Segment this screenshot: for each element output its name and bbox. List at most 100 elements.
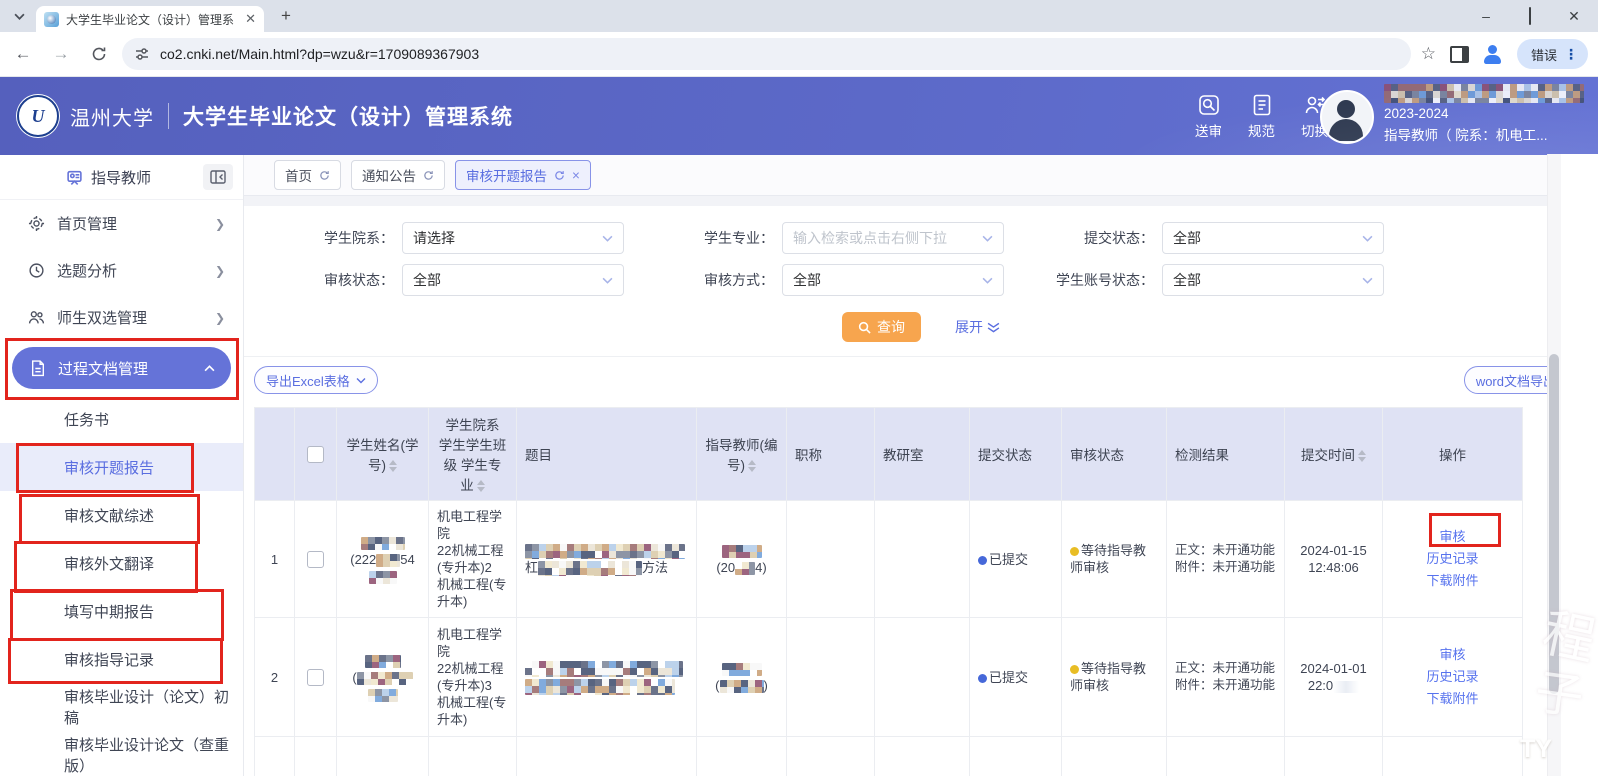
header-teacher[interactable]: 指导教师(编号) [697, 408, 787, 501]
minimize-icon[interactable]: – [1478, 8, 1494, 24]
sidebar-subitem-task-book[interactable]: 任务书 [0, 395, 243, 443]
redacted-text [722, 545, 762, 558]
sidebar-item-label: 首页管理 [57, 213, 215, 234]
tab-search-icon[interactable] [6, 3, 32, 29]
app-body: 指导教师 首页管理 ❯ 选题分析 ❯ [0, 155, 1598, 776]
filter-label: 学生专业： [664, 228, 782, 248]
sidebar-item-process-documents[interactable]: 过程文档管理 [12, 347, 231, 389]
sidebar-item-mutual-selection[interactable]: 师生双选管理 ❯ [0, 294, 243, 341]
sidebar-subitem-review-literature[interactable]: 审核文献综述 [0, 491, 243, 539]
sidebar-item-label: 选题分析 [57, 260, 215, 281]
site-info-icon[interactable] [134, 46, 150, 62]
sort-icon[interactable] [389, 460, 397, 472]
student-major-select[interactable]: 输入检索或点击右侧下拉 [782, 222, 1004, 254]
right-margin [1561, 154, 1598, 776]
history-link[interactable]: 历史记录 [1391, 548, 1514, 570]
job-title-cell [787, 618, 875, 737]
back-icon[interactable]: ← [8, 39, 38, 69]
new-tab-button[interactable]: + [274, 4, 298, 28]
sidebar-collapse-icon[interactable] [203, 164, 233, 190]
header-student-dept[interactable]: 学生院系 学生学生班级 学生专业 [429, 408, 517, 501]
row-checkbox[interactable] [307, 669, 324, 686]
actions-cell: 审核 历史记录 下载附件 [1383, 618, 1523, 737]
export-excel-button[interactable]: 导出Excel表格 [254, 366, 378, 394]
redacted-text [365, 655, 401, 668]
sidebar: 指导教师 首页管理 ❯ 选题分析 ❯ [0, 155, 244, 776]
sidebar-item-home-management[interactable]: 首页管理 ❯ [0, 200, 243, 247]
sidebar-subitem-review-draft[interactable]: 审核毕业设计（论文）初稿 [0, 683, 243, 731]
account-status-select[interactable]: 全部 [1162, 264, 1384, 296]
review-status-select[interactable]: 全部 [402, 264, 624, 296]
refresh-icon[interactable] [319, 170, 330, 181]
sort-icon[interactable] [1358, 450, 1366, 462]
page-tab-home[interactable]: 首页 [274, 160, 341, 190]
student-department-select[interactable]: 请选择 [402, 222, 624, 254]
download-attachment-link[interactable]: 下载附件 [1391, 688, 1514, 710]
status-dot [1070, 547, 1079, 556]
review-link[interactable]: 审核 [1391, 526, 1514, 548]
toolbar-right: ☆ 错误 ⋮ [1421, 39, 1588, 69]
sidebar-subitem-review-plagiarism[interactable]: 审核毕业设计论文（查重版） [0, 731, 243, 776]
sidebar-subitem-midterm-report[interactable]: 填写中期报告 [0, 587, 243, 635]
scrollbar-thumb[interactable] [1549, 354, 1559, 694]
sort-icon[interactable] [748, 460, 756, 472]
header-submit-status: 提交状态 [970, 408, 1062, 501]
title-cell [517, 618, 697, 737]
row-checkbox[interactable] [307, 551, 324, 568]
chevron-right-icon: ❯ [215, 264, 225, 278]
chevron-down-icon [602, 277, 613, 284]
browser-tab[interactable]: 大学生毕业论文（设计）管理系 ✕ [36, 6, 264, 32]
submit-status-select[interactable]: 全部 [1162, 222, 1384, 254]
page-tab-announcements[interactable]: 通知公告 [351, 160, 445, 190]
send-review-button[interactable]: 送审 [1195, 93, 1222, 140]
redacted-text [525, 661, 683, 677]
search-button[interactable]: 查询 [842, 312, 921, 342]
profile-avatar-icon[interactable] [1483, 44, 1503, 64]
standards-label: 规范 [1248, 120, 1275, 140]
redacted-text [368, 689, 398, 702]
refresh-icon[interactable] [423, 170, 434, 181]
user-info[interactable]: 2023-2024 指导教师（ 院系：机电工... [1320, 84, 1584, 144]
select-all-checkbox[interactable] [307, 446, 324, 463]
tab-label: 审核开题报告 [466, 165, 547, 185]
browser-menu-button[interactable]: 错误 ⋮ [1517, 39, 1588, 69]
sort-icon[interactable] [477, 480, 485, 492]
forward-icon[interactable]: → [46, 39, 76, 69]
tab-close-icon[interactable]: × [572, 168, 580, 183]
standards-button[interactable]: 规范 [1248, 93, 1275, 140]
detection-cell [1167, 737, 1285, 776]
submit-time-cell [1285, 737, 1383, 776]
sidebar-subitem-guidance-records[interactable]: 审核指导记录 [0, 635, 243, 683]
bookmark-star-icon[interactable]: ☆ [1421, 44, 1436, 64]
chevron-up-icon [204, 365, 215, 372]
submit-status-cell: 已提交 [970, 618, 1062, 737]
teaching-office-cell [875, 618, 970, 737]
scrollbar-track[interactable] [1547, 154, 1561, 776]
sidebar-subitem-review-translation[interactable]: 审核外文翻译 [0, 539, 243, 587]
reload-icon[interactable] [84, 39, 114, 69]
review-link[interactable]: 审核 [1391, 644, 1514, 666]
close-icon[interactable]: ✕ [1566, 8, 1582, 25]
review-status-cell: 等待指导教师审核 [1062, 501, 1167, 618]
restore-icon[interactable] [1522, 8, 1538, 24]
job-title-cell [787, 737, 875, 776]
sidebar-item-topic-analysis[interactable]: 选题分析 ❯ [0, 247, 243, 294]
sidebar-subitem-review-proposal[interactable]: 审核开题报告 [0, 443, 243, 491]
download-attachment-link[interactable]: 下载附件 [1391, 570, 1514, 592]
chevron-right-icon: ❯ [215, 311, 225, 325]
refresh-icon[interactable] [554, 170, 565, 181]
page-tab-review-proposal[interactable]: 审核开题报告 × [455, 160, 591, 190]
history-link[interactable]: 历史记录 [1391, 666, 1514, 688]
header-student-name[interactable]: 学生姓名(学号) [337, 408, 429, 501]
search-row: 查询 展开 [244, 312, 1598, 342]
export-excel-label: 导出Excel表格 [266, 371, 350, 390]
review-method-select[interactable]: 全部 [782, 264, 1004, 296]
content-panel: 学生院系： 请选择 学生专业： 输入检索或点击右侧下拉 [244, 206, 1598, 776]
url-bar[interactable]: co2.cnki.net/Main.html?dp=wzu&r=17090893… [122, 38, 1411, 70]
tab-close-icon[interactable]: ✕ [245, 11, 256, 27]
redacted-text [735, 562, 755, 575]
side-panel-icon[interactable] [1450, 46, 1469, 63]
filter-form: 学生院系： 请选择 学生专业： 输入检索或点击右侧下拉 [244, 206, 1598, 296]
header-submit-time[interactable]: 提交时间 [1285, 408, 1383, 501]
expand-link[interactable]: 展开 [955, 317, 1000, 337]
